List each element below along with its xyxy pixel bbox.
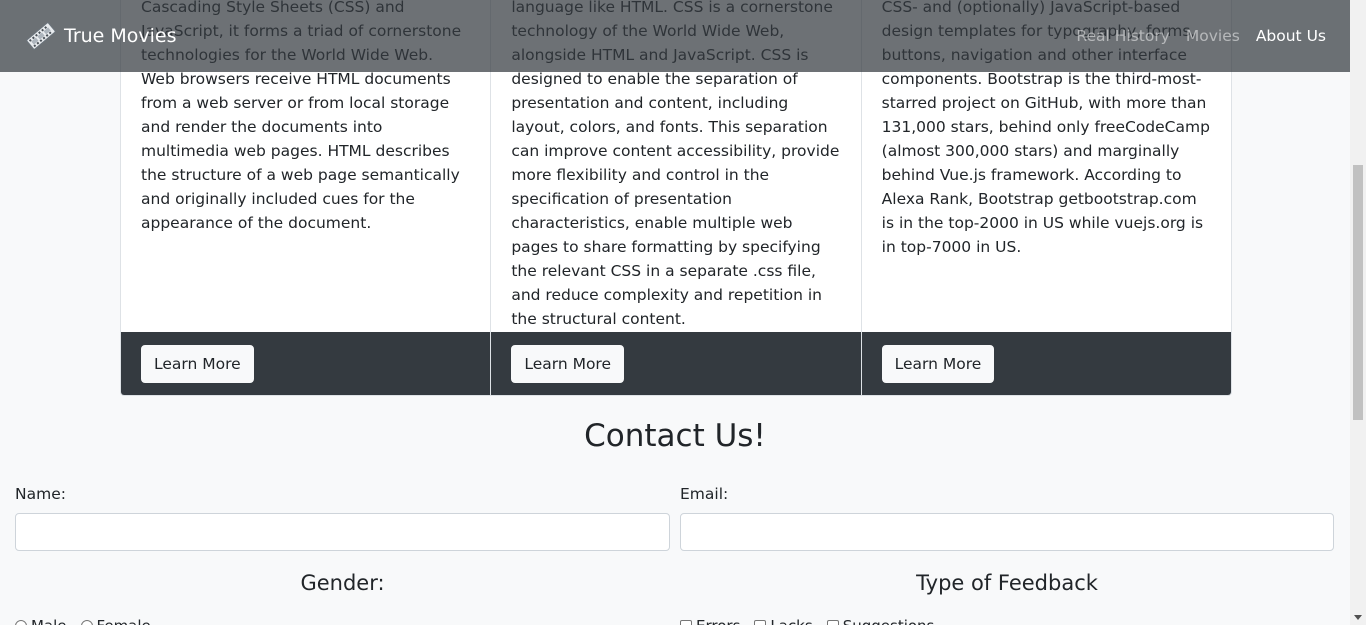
vertical-scrollbar[interactable] <box>1350 0 1366 625</box>
feedback-suggestions-checkbox[interactable] <box>826 620 839 625</box>
nav-link-real-history[interactable]: Real History <box>1076 27 1169 45</box>
email-input[interactable] <box>680 513 1334 551</box>
gender-options: Male Female <box>15 617 161 625</box>
feedback-heading: Type of Feedback <box>916 571 1098 595</box>
learn-more-button[interactable]: Learn More <box>881 344 995 383</box>
brand-title: True Movies <box>64 25 177 47</box>
email-label: Email: <box>680 485 729 503</box>
name-input[interactable] <box>15 513 670 551</box>
film-reel-icon <box>24 19 58 53</box>
feedback-options: Errors Lacks Suggestions <box>680 617 944 625</box>
gender-male-radio[interactable] <box>15 620 27 625</box>
top-navbar: True Movies Real History Movies About Us <box>0 0 1350 72</box>
scroll-down-arrow-icon[interactable] <box>1354 615 1362 620</box>
card-footer: Learn More <box>121 332 491 395</box>
nav-link-movies[interactable]: Movies <box>1186 27 1240 45</box>
card-footer: Learn More <box>861 332 1231 395</box>
gender-heading: Gender: <box>300 571 385 595</box>
feedback-suggestions-label: Suggestions <box>843 617 935 625</box>
contact-title: Contact Us! <box>584 418 766 454</box>
name-label: Name: <box>15 485 66 503</box>
page-viewport: pages and web applications. With Cascadi… <box>0 0 1366 625</box>
scrollbar-thumb[interactable] <box>1353 165 1363 420</box>
nav-links: Real History Movies About Us <box>1076 27 1326 45</box>
learn-more-button[interactable]: Learn More <box>511 344 625 383</box>
card-footer: Learn More <box>491 332 861 395</box>
feedback-errors-checkbox[interactable] <box>680 620 692 625</box>
gender-female-radio[interactable] <box>80 620 93 625</box>
feedback-lacks-label: Lacks <box>770 617 812 625</box>
feedback-errors-label: Errors <box>696 617 740 625</box>
gender-male-label: Male <box>31 617 67 625</box>
nav-link-about-us[interactable]: About Us <box>1256 27 1326 45</box>
feedback-lacks-checkbox[interactable] <box>754 620 767 625</box>
brand-link[interactable]: True Movies <box>24 19 177 53</box>
learn-more-button[interactable]: Learn More <box>141 344 254 383</box>
gender-female-label: Female <box>97 617 151 625</box>
